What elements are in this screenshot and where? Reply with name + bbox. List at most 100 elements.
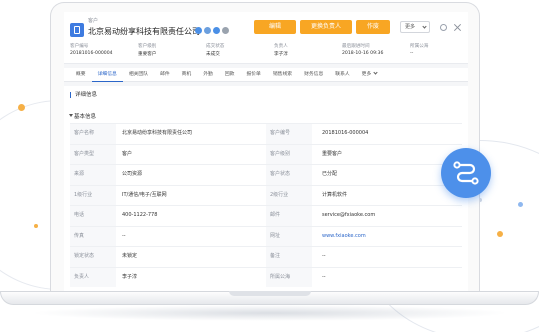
field-label: 来源 <box>70 165 116 185</box>
field-label: 网址 <box>266 226 312 246</box>
detail-row: 锁定状态 未锁定 备注 -- <box>70 246 462 267</box>
decorative-dot <box>18 104 25 111</box>
meta-owner: 负责人 李子淳 <box>274 43 288 57</box>
change-owner-button[interactable]: 更换负责人 <box>300 20 352 34</box>
field-value: 重要客户 <box>322 150 343 157</box>
tab-quote[interactable]: 报价单 <box>240 68 266 82</box>
field-label: 2级行业 <box>266 185 312 205</box>
info-icon[interactable] <box>222 27 229 34</box>
meta-customer-number: 客户编号 20181016-000004 <box>70 43 113 56</box>
detail-row: 电话 400-1122-778 邮件 service@fxiaoke.com <box>70 205 462 226</box>
tab-finance[interactable]: 财务信息 <box>298 68 329 82</box>
section-title: 详细信息 <box>70 92 97 98</box>
field-value: 北京易动纷享科技有限责任公司 <box>122 130 193 136</box>
meta-key: 成交状态 <box>206 44 225 49</box>
detail-row: 客户名称 北京易动纷享科技有限责任公司 客户编号 20181016-000004 <box>70 123 462 144</box>
field-value: 未锁定 <box>122 253 138 259</box>
decorative-dot <box>34 224 38 228</box>
more-label: 更多 <box>405 24 416 30</box>
void-button[interactable]: 作废 <box>356 20 390 34</box>
edit-button[interactable]: 编辑 <box>254 20 296 34</box>
field-label: 锁定状态 <box>70 247 116 267</box>
chevron-down-icon <box>373 70 378 75</box>
meta-value: 未成交 <box>206 52 220 57</box>
detail-grid: 客户名称 北京易动纷享科技有限责任公司 客户编号 20181016-000004… <box>70 123 462 287</box>
field-value: -- <box>322 253 326 259</box>
field-label: 所属公海 <box>266 267 312 287</box>
tab-team[interactable]: 相关团队 <box>123 68 154 82</box>
meta-key: 客户编号 <box>70 44 89 49</box>
field-label: 客户级别 <box>266 144 312 164</box>
field-label: 传真 <box>70 226 116 246</box>
laptop-mockup: 客户 北京易动纷享科技有限责任公司 编辑 更换负责人 作废 更多 客户编号 20… <box>0 0 539 332</box>
app-screen: 客户 北京易动纷享科技有限责任公司 编辑 更换负责人 作废 更多 客户编号 20… <box>64 12 468 294</box>
field-value: IT/通信/电子/互联网 <box>122 191 167 198</box>
tab-details[interactable]: 详细信息 <box>91 68 123 82</box>
meta-public-pool: 所属公海 -- <box>410 43 428 56</box>
meta-last-followup: 最后跟进时间 2018-10-16 09:36 <box>342 43 383 56</box>
more-dropdown[interactable]: 更多 <box>400 21 430 33</box>
field-label: 负责人 <box>70 267 116 287</box>
subsection-toggle[interactable]: 基本信息 <box>68 112 96 120</box>
meta-value: -- <box>410 51 414 56</box>
detail-row: 负责人 李子淳 所属公海 -- <box>70 266 462 287</box>
tab-leads[interactable]: 销售线索 <box>267 68 298 82</box>
refresh-icon[interactable] <box>440 24 447 31</box>
tab-field[interactable]: 外勤 <box>197 68 219 82</box>
workflow-badge <box>441 148 491 198</box>
tab-more[interactable]: 更多 <box>356 68 384 82</box>
flow-icon <box>453 161 479 185</box>
meta-value: 重要客户 <box>138 52 157 57</box>
detail-row: 1级行业 IT/通信/电子/互联网 2级行业 计算机软件 <box>70 184 462 205</box>
field-value: -- <box>322 273 326 280</box>
meta-customer-level: 客户级别 重要客户 <box>138 43 156 57</box>
field-value: 李子淳 <box>122 273 138 280</box>
detail-row: 传真 -- 网址 www.fxiaoke.com <box>70 225 462 247</box>
field-label: 1级行业 <box>70 185 116 205</box>
title-icons <box>195 27 229 34</box>
field-value: 20181016-000004 <box>322 130 369 136</box>
detail-row: 客户类型 客户 客户级别 重要客户 <box>70 143 462 164</box>
tag-icon[interactable] <box>195 27 202 34</box>
meta-deal-status: 成交状态 未成交 <box>206 43 224 57</box>
account-icon <box>70 23 84 37</box>
field-value: 计算机软件 <box>322 191 348 198</box>
field-value: 400-1122-778 <box>122 212 158 218</box>
user-icon[interactable] <box>204 27 211 34</box>
field-label: 客户编号 <box>266 124 312 144</box>
meta-value: 李子淳 <box>274 52 288 57</box>
tab-bar: 概要 详细信息 相关团队 邮件 商机 外勤 回款 报价单 销售线索 财务信息 联… <box>64 68 468 82</box>
field-label: 备注 <box>266 247 312 267</box>
breadcrumb: 客户 <box>88 18 99 24</box>
tab-more-label: 更多 <box>361 72 372 77</box>
field-label: 客户状态 <box>266 165 312 185</box>
meta-key: 所属公海 <box>410 44 429 49</box>
meta-key: 负责人 <box>274 44 288 49</box>
website-link[interactable]: www.fxiaoke.com <box>322 227 366 247</box>
email-value[interactable]: service@fxiaoke.com <box>322 206 375 226</box>
chevron-down-icon <box>422 24 427 29</box>
page-title: 北京易动纷享科技有限责任公司 <box>88 27 200 36</box>
field-value: -- <box>122 232 126 239</box>
field-label: 客户名称 <box>70 124 116 144</box>
laptop-notch <box>229 291 311 296</box>
field-label: 邮件 <box>266 206 312 226</box>
tab-payment[interactable]: 回款 <box>219 68 241 82</box>
decorative-dot <box>497 231 503 237</box>
meta-key: 最后跟进时间 <box>342 44 370 49</box>
field-value: 客户 <box>122 150 133 157</box>
laptop-shadow <box>30 305 510 321</box>
field-value: 已分配 <box>322 171 338 177</box>
tab-overview[interactable]: 概要 <box>70 68 92 82</box>
tab-opportunity[interactable]: 商机 <box>176 68 198 82</box>
tab-contacts[interactable]: 联系人 <box>329 68 355 82</box>
lock-icon[interactable] <box>213 27 220 34</box>
meta-value: 20181016-000004 <box>70 51 113 56</box>
meta-value: 2018-10-16 09:36 <box>342 51 384 56</box>
field-label: 客户类型 <box>70 144 116 164</box>
meta-key: 客户级别 <box>138 44 157 49</box>
tab-email[interactable]: 邮件 <box>154 68 176 82</box>
close-icon[interactable] <box>454 24 461 31</box>
decorative-dot <box>518 202 523 207</box>
detail-row: 来源 公司资源 客户状态 已分配 <box>70 164 462 185</box>
